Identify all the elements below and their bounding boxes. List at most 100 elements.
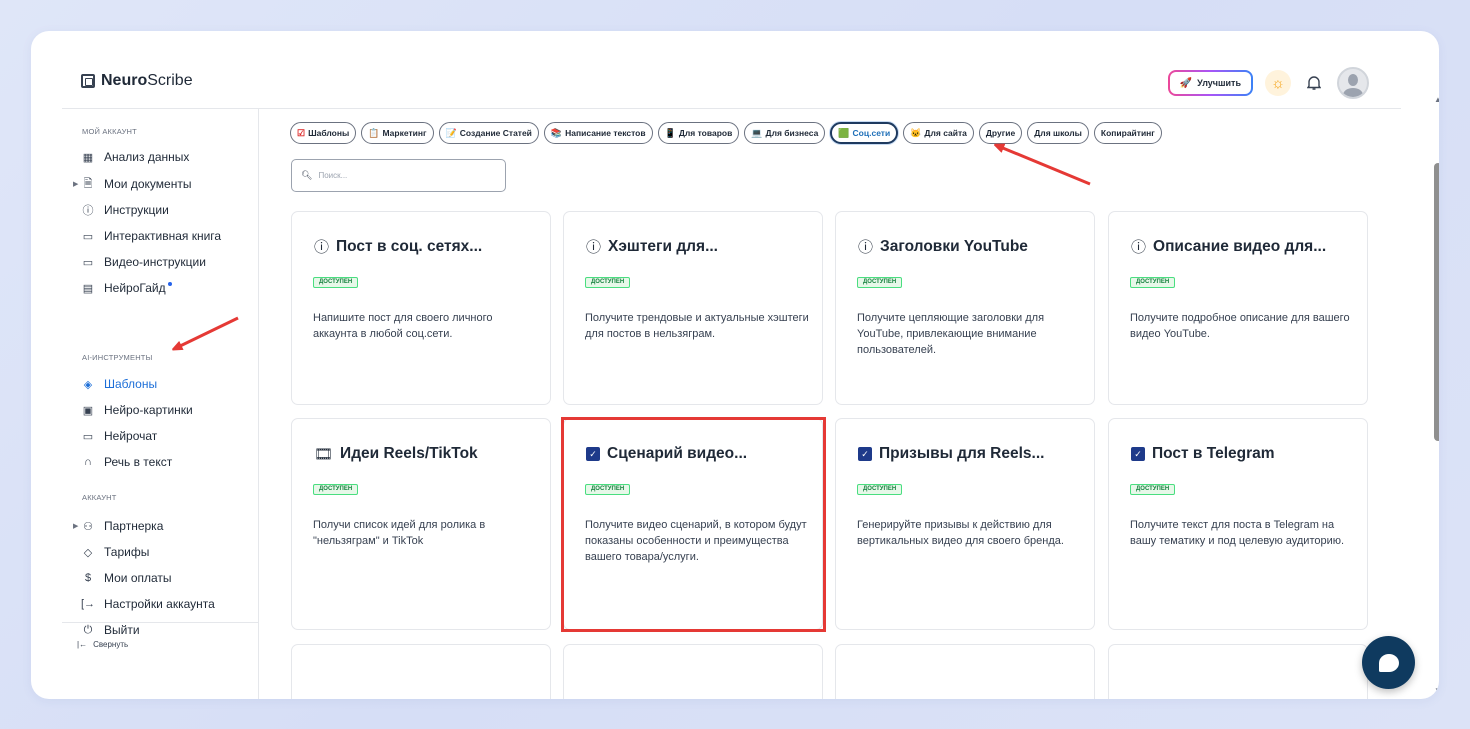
status-badge: ДОСТУПЕН <box>1130 484 1176 495</box>
checkbox-icon: ✓ <box>858 447 872 461</box>
search-input[interactable]: 🔍︎ Поиск... <box>291 159 506 192</box>
sidebar-item-interactive-book[interactable]: ▭ Интерактивная книга <box>81 227 221 245</box>
sidebar-item-instructions[interactable]: ⓘ Инструкции <box>81 201 169 219</box>
users-icon: ⚇ <box>83 520 93 533</box>
chip-templates[interactable]: ☑ Шаблоны <box>290 122 357 144</box>
sidebar-item-templates[interactable]: ◈ Шаблоны <box>81 375 157 393</box>
chip-label: Для товаров <box>678 128 733 138</box>
template-card[interactable]: 🎞 Идеи Reels/TikTok ДОСТУПЕН Получи списо… <box>291 418 551 630</box>
sidebar-item-label: Нейрочат <box>104 429 158 443</box>
card-title: Идеи Reels/TikTok <box>340 445 478 462</box>
template-card[interactable] <box>563 644 823 699</box>
grid-icon: ▦ <box>82 151 94 164</box>
upgrade-button[interactable]: 🚀 Улучшить <box>1168 70 1253 96</box>
header-divider <box>62 108 1401 109</box>
sidebar-item-video-instructions[interactable]: ▭ Видео-инструкции <box>81 253 206 271</box>
chip-products[interactable]: 📱 Для товаров <box>657 122 740 144</box>
template-card[interactable]: ✓ Призывы для Reels... ДОСТУПЕН Генерируй… <box>835 418 1095 630</box>
sidebar-item-account-settings[interactable]: [→ Настройки аккаунта <box>81 595 215 613</box>
template-card[interactable] <box>1108 644 1368 699</box>
highlight-box <box>561 417 826 632</box>
books-icon: 📚 <box>550 127 563 138</box>
image-icon: ▣ <box>82 404 94 417</box>
sidebar-item-speech-to-text[interactable]: ∩ Речь в текст <box>81 453 172 471</box>
sidebar-item-label: Нейро-картинки <box>104 403 193 417</box>
chip-social[interactable]: 🟩 Соц.сети <box>830 122 899 144</box>
search-icon: 🔍︎ <box>301 170 313 180</box>
sidebar-item-label: Интерактивная книга <box>104 229 222 243</box>
chat-bubble-button[interactable] <box>1362 636 1415 689</box>
template-card[interactable] <box>291 644 551 699</box>
sidebar-item-neurochat[interactable]: ▭ Нейрочат <box>81 427 158 445</box>
chip-copywriting[interactable]: Копирайтинг <box>1093 122 1162 144</box>
collapse-sidebar-button[interactable]: |← Свернуть <box>77 640 128 649</box>
logo-text: NeuroScribe <box>101 72 193 89</box>
card-title: Описание видео для... <box>1153 238 1327 255</box>
template-card[interactable]: ⓘ Пост в соц. сетях... ДОСТУПЕН Напишите … <box>291 211 551 405</box>
scroll-up-arrow-icon[interactable]: ▲ <box>1434 95 1439 104</box>
chip-label: Создание Статей <box>459 128 532 138</box>
sidebar-item-label: Мои документы <box>104 177 192 191</box>
checkbox-icon: ✓ <box>1131 447 1145 461</box>
video-icon: ▭ <box>82 256 94 269</box>
category-chips: ☑ Шаблоны 📋 Маркетинг 📝 Создание Статей 📚 На… <box>290 122 1162 144</box>
sidebar-item-tariffs[interactable]: ◇ Тарифы <box>81 543 150 561</box>
card-description: Получите подробное описание для вашего в… <box>1130 312 1350 340</box>
status-badge: ДОСТУПЕН <box>313 484 359 495</box>
sidebar-item-partner[interactable]: ▶ ⚇ Партнерка <box>73 517 164 535</box>
scrollbar-thumb[interactable] <box>1434 163 1439 441</box>
template-card[interactable] <box>835 644 1095 699</box>
chip-school[interactable]: Для школы <box>1027 122 1089 144</box>
sidebar-item-neuro-images[interactable]: ▣ Нейро-картинки <box>81 401 193 419</box>
card-title: Призывы для Reels... <box>879 445 1045 462</box>
template-card[interactable]: ⓘ Хэштеги для... ДОСТУПЕН Получите трендо… <box>563 211 823 405</box>
section-title-ai-tools: AI-ИНСТРУМЕНТЫ <box>82 353 153 362</box>
help-icon: ⓘ <box>82 205 94 217</box>
chip-website[interactable]: 🐱 Для сайта <box>903 122 974 144</box>
laptop-icon: 💻 <box>751 127 763 138</box>
info-icon: ⓘ <box>314 238 330 256</box>
chip-label: Для школы <box>1034 128 1082 138</box>
template-card[interactable]: ⓘ Заголовки YouTube ДОСТУПЕН Получите цеп… <box>835 211 1095 405</box>
logo[interactable]: NeuroScribe <box>81 72 193 90</box>
card-description: Получите текст для поста в Telegram на в… <box>1130 519 1345 547</box>
chip-label: Для сайта <box>924 128 967 138</box>
chip-label: Маркетинг <box>382 128 427 138</box>
scroll-down-arrow-icon[interactable]: ▼ <box>1434 686 1439 695</box>
layers-icon: ◈ <box>83 378 93 391</box>
sidebar-item-my-payments[interactable]: $ Мои оплаты <box>81 569 172 587</box>
theme-toggle-sun-icon[interactable]: ☼ <box>1265 70 1291 96</box>
chip-articles[interactable]: 📝 Создание Статей <box>438 122 539 144</box>
chip-label: Шаблоны <box>308 128 350 138</box>
notification-bell-icon[interactable] <box>1303 72 1325 94</box>
chip-business[interactable]: 💻 Для бизнеса <box>744 122 826 144</box>
document-icon: 🗎 <box>83 177 93 190</box>
sidebar-item-data-analysis[interactable]: ▦ Анализ данных <box>81 148 190 166</box>
sidebar-item-label: Партнерка <box>104 519 164 533</box>
avatar[interactable] <box>1337 67 1369 99</box>
chip-other[interactable]: Другие <box>978 122 1023 144</box>
guide-icon: ▤ <box>82 282 94 295</box>
sidebar-item-logout[interactable]: ⏻ Выйти <box>81 621 140 639</box>
template-card[interactable]: ✓ Пост в Telegram ДОСТУПЕН Получите текст… <box>1108 418 1368 630</box>
sidebar-item-my-documents[interactable]: ▶ 🗎 Мои документы <box>73 175 192 193</box>
template-card[interactable]: ⓘ Описание видео для... ДОСТУПЕН Получите… <box>1108 211 1368 405</box>
chip-marketing[interactable]: 📋 Маркетинг <box>361 122 434 144</box>
power-icon: ⏻ <box>83 623 93 636</box>
sidebar-item-label: Речь в текст <box>104 455 173 469</box>
status-badge: ДОСТУПЕН <box>1130 277 1176 288</box>
info-icon: ⓘ <box>586 238 602 256</box>
book-icon: ▭ <box>82 230 94 243</box>
sidebar-item-neuroguide[interactable]: ▤ НейроГайд <box>81 279 172 297</box>
chip-label: Соц.сети <box>852 128 891 138</box>
collapse-arrow-icon: |← <box>77 640 88 649</box>
rocket-icon: 🚀 <box>1179 77 1193 89</box>
card-description: Получи список идей для ролика в "нельзяг… <box>313 519 486 547</box>
sidebar: МОЙ АККАУНТ ▦ Анализ данных ▶ 🗎 Мои доку… <box>31 109 259 699</box>
card-description: Получите трендовые и актуальные хэштеги … <box>585 312 809 340</box>
status-badge: ДОСТУПЕН <box>857 277 903 288</box>
card-description: Получите цепляющие заголовки для YouTube… <box>857 312 1045 356</box>
chip-writing[interactable]: 📚 Написание текстов <box>543 122 653 144</box>
collapse-label: Свернуть <box>93 640 129 649</box>
card-description: Генерируйте призывы к действию для верти… <box>857 519 1064 547</box>
